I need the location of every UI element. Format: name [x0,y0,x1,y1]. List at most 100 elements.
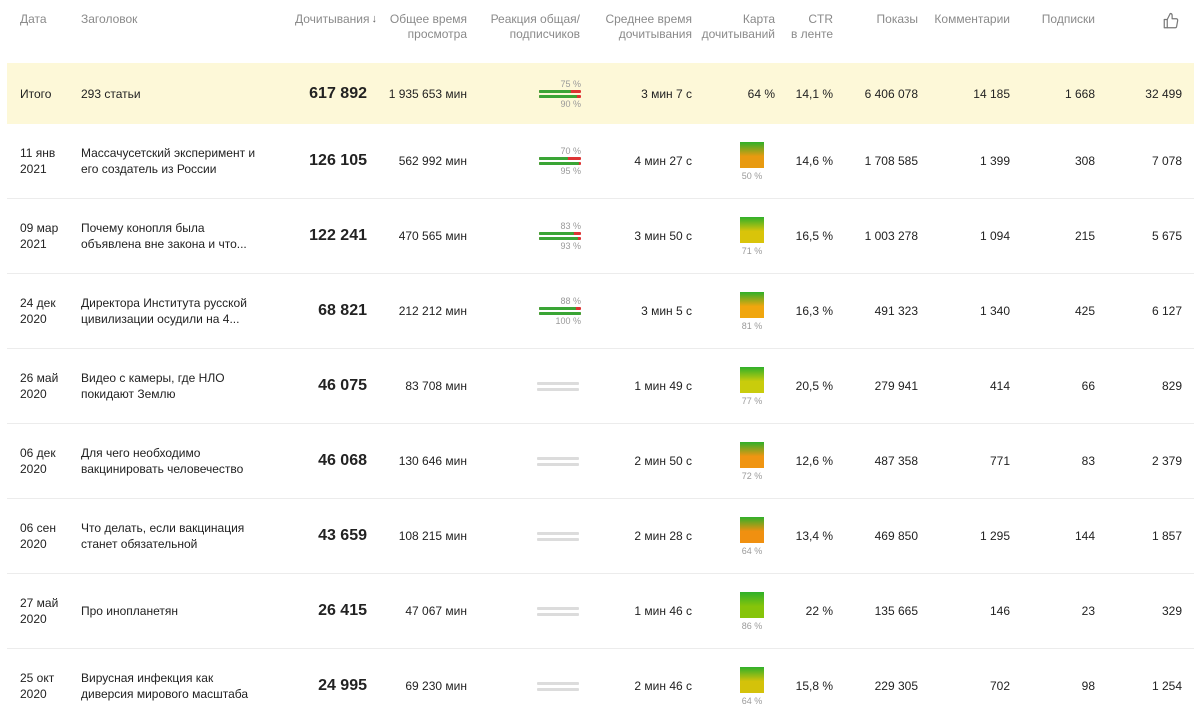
row-title-link[interactable]: Для чего необходимо вакцинировать челове… [81,445,266,477]
row-date: 06 сен 2020 [20,521,56,551]
reading-map-swatch [740,216,764,243]
header-subscriptions-label: Подписки [1041,12,1095,26]
row-watch-time: 47 067 мин [405,604,467,618]
total-reads: 617 892 [309,84,367,102]
header-title[interactable]: Заголовок [81,0,231,62]
table-row[interactable]: 09 мар 2021 Почему конопля была объявлена… [7,199,1194,274]
reading-map-pct: 64 % [741,545,763,556]
header-reaction[interactable]: Реакция общая/подписчиков [470,0,580,62]
reaction-subs-pct: 100 % [555,316,581,326]
reading-map[interactable]: 77 % [740,366,764,406]
row-subscriptions: 23 [1081,604,1095,618]
row-date: 11 янв 2021 [20,146,56,176]
reading-map-pct: 86 % [741,620,763,631]
row-watch-time: 130 646 мин [398,454,467,468]
reaction-all-pct: 75 % [560,78,581,89]
reaction-subs-pct: 95 % [560,166,581,176]
header-likes[interactable] [1120,0,1180,62]
table-row[interactable]: 25 окт 2020 Вирусная инфекция как диверси… [7,649,1194,718]
row-impressions: 487 358 [874,454,918,468]
row-ctr: 13,4 % [795,529,833,543]
row-subscriptions: 66 [1081,379,1095,393]
header-subscriptions[interactable]: Подписки [1010,0,1095,62]
reading-map-pct: 72 % [741,470,763,481]
table-row[interactable]: 26 май 2020 Видео с камеры, где НЛО покид… [7,349,1194,424]
reaction-empty-bars [537,606,579,616]
row-comments: 146 [989,604,1010,618]
row-date: 09 мар 2021 [20,221,59,251]
row-title-link[interactable]: Видео с камеры, где НЛО покидают Землю [81,370,266,402]
row-title-link[interactable]: Массачусетский эксперимент и его создате… [81,145,266,177]
reaction-subs-pct: 93 % [560,241,581,251]
total-watch-time: 1 935 653 мин [388,86,467,101]
reading-map[interactable]: 50 % [740,141,764,181]
row-impressions: 469 850 [874,529,918,543]
reading-map-pct: 50 % [741,170,763,181]
row-impressions: 279 941 [874,379,918,393]
header-date[interactable]: Дата [20,0,80,62]
row-watch-time: 470 565 мин [398,229,467,243]
header-avg-time-label: Среднее время дочитывания [605,12,692,41]
row-title-link[interactable]: Что делать, если вакцинация станет обяза… [81,520,266,552]
row-title-link[interactable]: Почему конопля была объявлена вне закона… [81,220,266,252]
reading-map[interactable]: 64 % [740,666,764,706]
header-ctr[interactable]: CTR в ленте [780,0,833,62]
table-row[interactable]: 24 дек 2020 Директора Института русской ц… [7,274,1194,349]
header-comments-label: Комментарии [934,12,1010,26]
total-ctr: 14,1 % [795,86,833,101]
row-reaction: 83 % 93 % [537,221,581,251]
row-reads: 46 075 [318,377,367,394]
total-map-pct: 64 % [747,86,775,101]
row-comments: 1 399 [979,154,1010,168]
reading-map[interactable]: 64 % [740,516,764,556]
row-reaction: 88 % 100 % [537,296,581,326]
row-date: 06 дек 2020 [20,446,56,476]
header-reaction-label: Реакция общая/подписчиков [490,12,580,41]
header-date-label: Дата [20,12,47,26]
table-row[interactable]: 06 дек 2020 Для чего необходимо вакциниро… [7,424,1194,499]
table-row[interactable]: 06 сен 2020 Что делать, если вакцинация с… [7,499,1194,574]
row-avg-time: 3 мин 5 с [641,304,692,318]
row-title-link[interactable]: Вирусная инфекция как диверсия мирового … [81,670,266,702]
header-avg-time[interactable]: Среднее время дочитывания [592,0,692,62]
row-date: 24 дек 2020 [20,296,56,326]
row-reads: 122 241 [309,227,367,244]
header-watch-time[interactable]: Общее время просмотра [370,0,467,62]
row-avg-time: 2 мин 46 с [634,679,692,693]
row-avg-time: 2 мин 50 с [634,454,692,468]
reaction-all-pct: 70 % [560,146,581,156]
row-reads: 126 105 [309,152,367,169]
row-avg-time: 3 мин 50 с [634,229,692,243]
row-subscriptions: 425 [1074,304,1095,318]
reaction-all-bar [539,89,581,93]
header-impressions[interactable]: Показы [840,0,918,62]
reaction-subs-bar [539,312,581,315]
header-ctr-label: CTR в ленте [790,12,833,41]
row-title-link[interactable]: Про инопланетян [81,603,266,619]
reading-map-pct: 77 % [741,395,763,406]
reaction-subs-bar [539,237,581,240]
header-comments[interactable]: Комментарии [920,0,1010,62]
reaction-all-pct: 83 % [560,221,581,231]
row-title-link[interactable]: Директора Института русской цивилизации … [81,295,266,327]
reading-map[interactable]: 81 % [740,291,764,331]
header-reading-map[interactable]: Карта дочитываний [690,0,775,62]
table-row[interactable]: 27 май 2020 Про инопланетян 26 415 47 067… [7,574,1194,649]
row-impressions: 135 665 [874,604,918,618]
row-avg-time: 4 мин 27 с [634,154,692,168]
row-reads: 68 821 [318,302,367,319]
reading-map-swatch [740,516,764,543]
reaction-subs-fill [539,162,579,165]
row-likes: 1 254 [1151,679,1182,693]
reaction-all-pct: 88 % [560,296,581,306]
reading-map[interactable]: 86 % [740,591,764,631]
row-comments: 702 [989,679,1010,693]
total-avg-time: 3 мин 7 с [641,86,692,101]
header-reads[interactable]: Дочитывания ↓ [270,0,377,62]
header-reads-label: Дочитывания [295,12,370,26]
table-row[interactable]: 11 янв 2021 Массачусетский эксперимент и … [7,124,1194,199]
reading-map[interactable]: 72 % [740,441,764,481]
reading-map-pct: 81 % [741,320,763,331]
reading-map[interactable]: 71 % [740,216,764,256]
reaction-subs-pct: 90 % [560,98,581,109]
